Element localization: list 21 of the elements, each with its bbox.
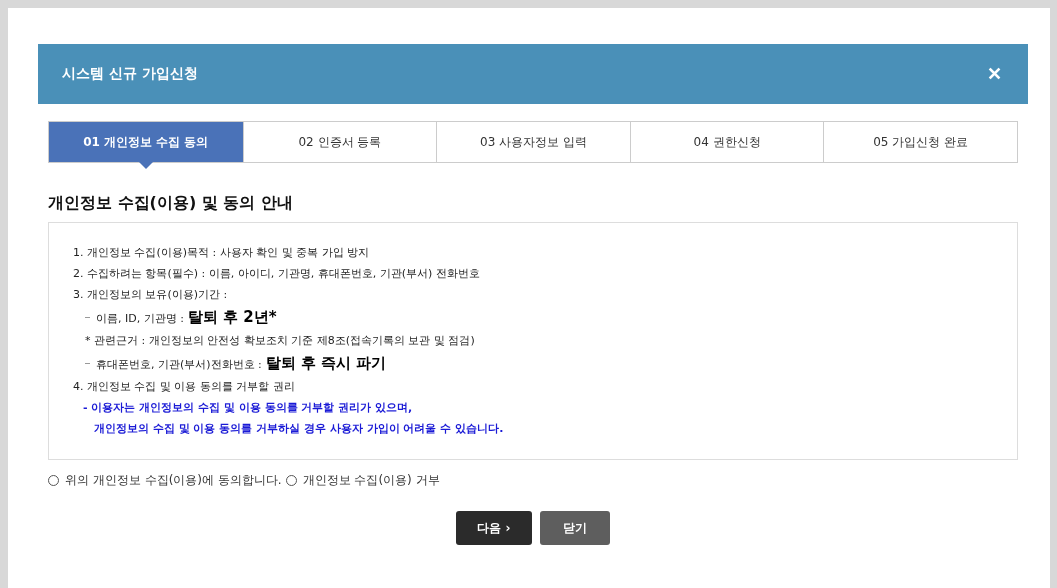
notice-text: 3. 개인정보의 보유(이용)기간 : [73, 287, 228, 302]
close-dialog-button[interactable]: 닫기 [540, 511, 610, 545]
dialog-title: 시스템 신규 가입신청 [62, 65, 198, 83]
notice-text: 4. 개인정보 수집 및 이용 동의를 거부할 권리 [73, 379, 295, 394]
retention-period: 탈퇴 후 즉시 파기 [265, 354, 387, 373]
notice-text: 2. 수집하려는 항목(필수) : 이름, 아이디, 기관명, 휴대폰번호, 기관(부서) 전화번호 [73, 266, 480, 281]
close-button[interactable]: ✕ [987, 63, 1002, 85]
retention-label: 이름, ID, 기관명 : [96, 311, 184, 326]
notice-text: 1. 개인정보 수집(이용)목적 : 사용자 확인 및 중복 가입 방지 [73, 245, 370, 260]
next-button[interactable]: 다음 › [456, 511, 532, 545]
pointer-icon [138, 162, 153, 169]
retention-period: 탈퇴 후 2년* [187, 308, 277, 327]
notice-text: * 관련근거 : 개인정보의 안전성 확보조치 기준 제8조(접속기록의 보관 및 점검) [85, 333, 475, 348]
radio-button[interactable] [48, 475, 59, 486]
radio-button[interactable] [285, 475, 297, 486]
notice-text: - 이용자는 개인정보의 수집 및 이용 동의를 거부할 권리가 있으며, [83, 400, 413, 415]
section-heading: 개인정보 수집(이용) 및 동의 안내 [48, 193, 294, 214]
dash-icon [85, 363, 90, 364]
notice-text: 개인정보의 수집 및 이용 동의를 거부하실 경우 사용자 가입이 어려울 수 있습니다. [94, 421, 504, 436]
dash-icon [85, 317, 90, 318]
retention-label: 휴대폰번호, 기관(부서)전화번호 : [96, 357, 262, 372]
